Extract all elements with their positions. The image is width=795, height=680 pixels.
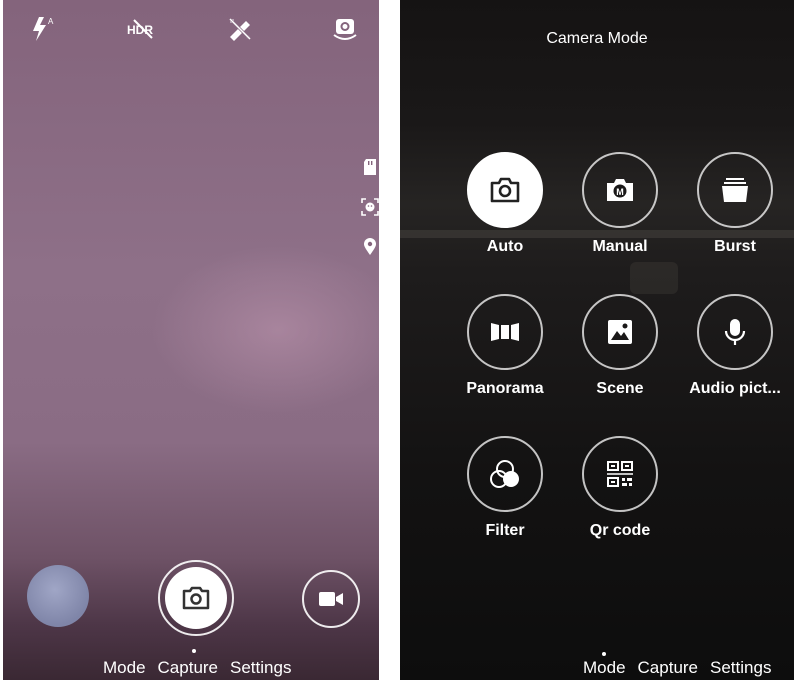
mode-label: Manual	[592, 238, 648, 255]
flash-auto-icon[interactable]: A	[27, 14, 57, 44]
page-title: Camera Mode	[546, 30, 648, 47]
sd-card-icon	[360, 157, 379, 177]
mode-label: Qr code	[589, 522, 651, 539]
active-tab-indicator	[602, 652, 606, 656]
video-record-button[interactable]	[302, 570, 360, 628]
panorama-icon	[467, 294, 543, 370]
mode-label: Scene	[596, 380, 644, 397]
tab-settings[interactable]: Settings	[710, 658, 771, 678]
camera-preview-screen: A HDR Mode Capture Settings	[3, 0, 379, 680]
svg-text:A: A	[48, 17, 54, 26]
mode-label: Panorama	[466, 380, 544, 397]
mode-filter[interactable]: Filter	[450, 436, 560, 540]
bottom-nav: Mode Capture Settings	[103, 658, 303, 678]
camera-mode-screen: Camera Mode Auto M Manual Burst Panorama…	[400, 0, 794, 680]
tab-mode[interactable]: Mode	[583, 658, 626, 678]
mode-qr-code[interactable]: Qr code	[565, 436, 675, 540]
mode-manual[interactable]: M Manual	[565, 152, 675, 256]
mode-label: Burst	[714, 238, 756, 255]
mode-burst[interactable]: Burst	[680, 152, 790, 256]
svg-text:M: M	[616, 187, 624, 197]
scene-icon	[582, 294, 658, 370]
camera-icon	[165, 567, 227, 629]
gallery-thumbnail[interactable]	[27, 565, 89, 627]
shutter-button[interactable]	[158, 560, 234, 636]
tab-capture[interactable]: Capture	[158, 658, 218, 678]
mode-scene[interactable]: Scene	[565, 294, 675, 398]
manual-camera-icon: M	[582, 152, 658, 228]
mode-label: Auto	[486, 238, 524, 255]
beauty-off-icon[interactable]	[225, 14, 255, 44]
switch-camera-icon[interactable]	[330, 14, 360, 44]
tab-capture[interactable]: Capture	[638, 658, 698, 678]
bottom-nav: Mode Capture Settings	[583, 658, 771, 678]
active-tab-indicator	[192, 649, 196, 653]
video-camera-icon	[319, 592, 343, 606]
camera-icon	[467, 152, 543, 228]
location-icon[interactable]	[360, 237, 379, 257]
mode-label: Audio pict...	[689, 380, 781, 397]
qr-code-icon	[582, 436, 658, 512]
tab-settings[interactable]: Settings	[230, 658, 291, 678]
face-detect-icon[interactable]	[360, 197, 379, 217]
mode-panorama[interactable]: Panorama	[450, 294, 560, 398]
mode-auto[interactable]: Auto	[450, 152, 560, 256]
mode-audio-picture[interactable]: Audio pict...	[680, 294, 790, 398]
tab-mode[interactable]: Mode	[103, 658, 146, 678]
filter-icon	[467, 436, 543, 512]
hdr-off-icon[interactable]: HDR	[125, 14, 161, 44]
microphone-icon	[697, 294, 773, 370]
burst-icon	[697, 152, 773, 228]
mode-label: Filter	[485, 522, 525, 539]
